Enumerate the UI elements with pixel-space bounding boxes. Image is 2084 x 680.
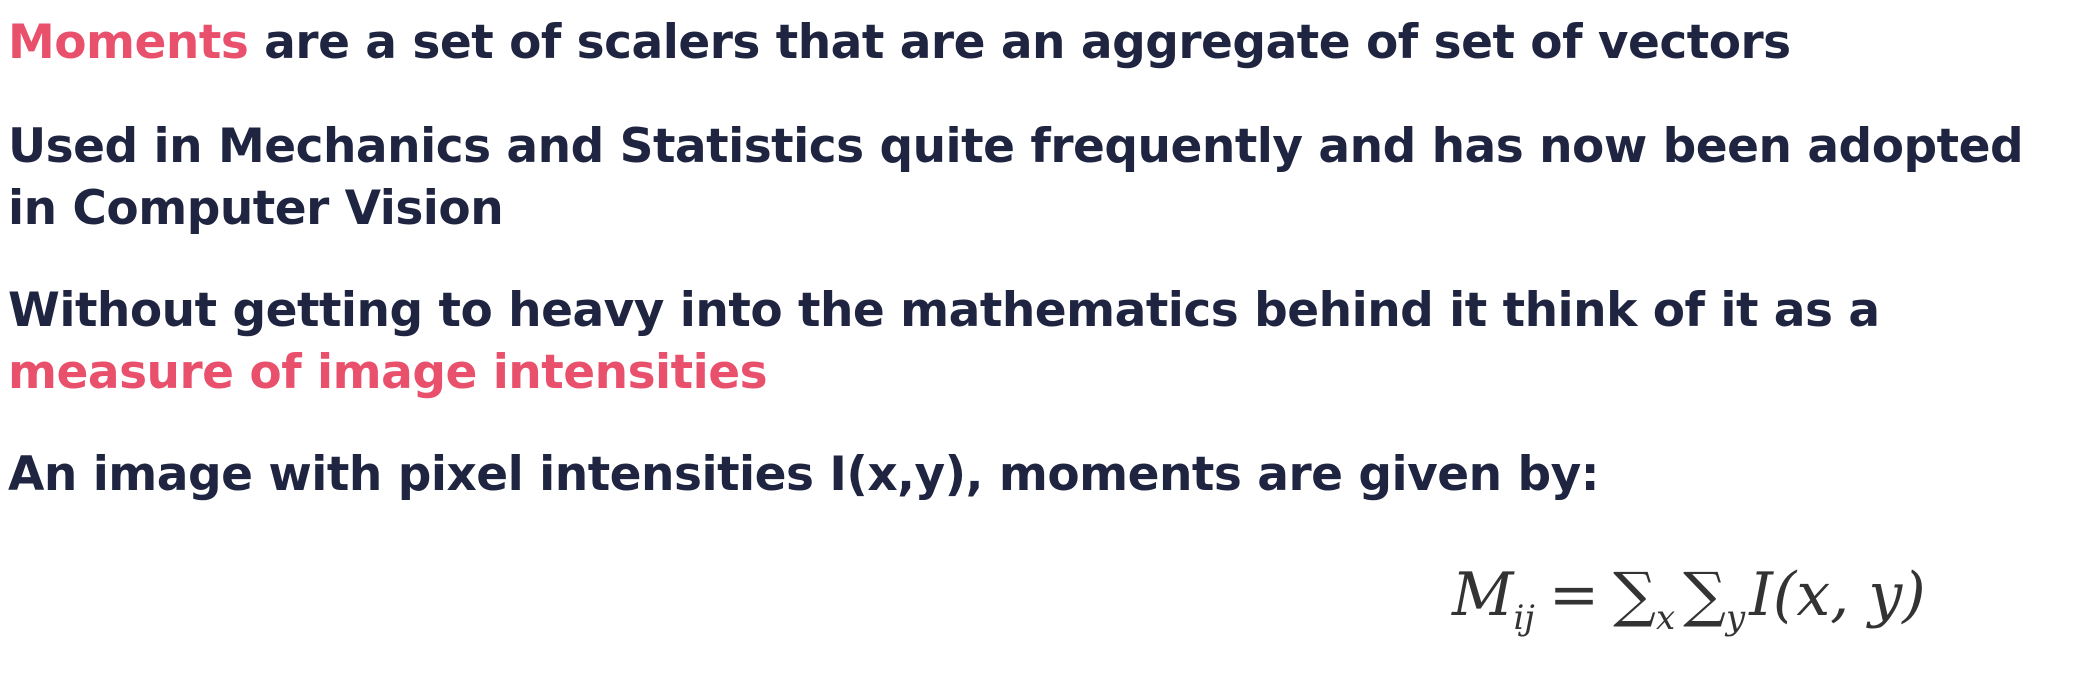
moments-definition-text: are a set of scalers that are an aggrega… (248, 15, 1791, 70)
intuition-text: Without getting to heavy into the mathem… (8, 283, 1880, 338)
slide: Moments are a set of scalers that are an… (0, 0, 2084, 680)
formula-sum-x-subscript: x (1655, 598, 1676, 638)
highlight-moments: Moments (8, 15, 249, 70)
formula-sum-x: ∑ (1613, 560, 1656, 630)
moment-formula: Mij = ∑x ∑yI(x, y) (1452, 555, 1926, 658)
formula-sum-y: ∑ (1683, 560, 1727, 630)
paragraph-intuition: Without getting to heavy into the mathem… (8, 280, 2064, 404)
formula-sum-y-subscript: y (1726, 598, 1746, 638)
formula-lhs: M (1452, 560, 1514, 630)
formula-intro-text: An image with pixel intensities I(x,y), … (8, 447, 1600, 502)
paragraph-usage: Used in Mechanics and Statistics quite f… (8, 116, 2064, 240)
highlight-measure-of-intensities: measure of image intensities (8, 345, 768, 400)
paragraph-formula-intro: An image with pixel intensities I(x,y), … (8, 444, 2064, 506)
formula-lhs-subscript: ij (1513, 598, 1535, 638)
paragraph-moments-definition: Moments are a set of scalers that are an… (8, 12, 2064, 74)
usage-text: Used in Mechanics and Statistics quite f… (8, 119, 2024, 236)
formula-equals: = (1548, 560, 1600, 630)
formula-rhs: I(x, y) (1749, 560, 1926, 630)
